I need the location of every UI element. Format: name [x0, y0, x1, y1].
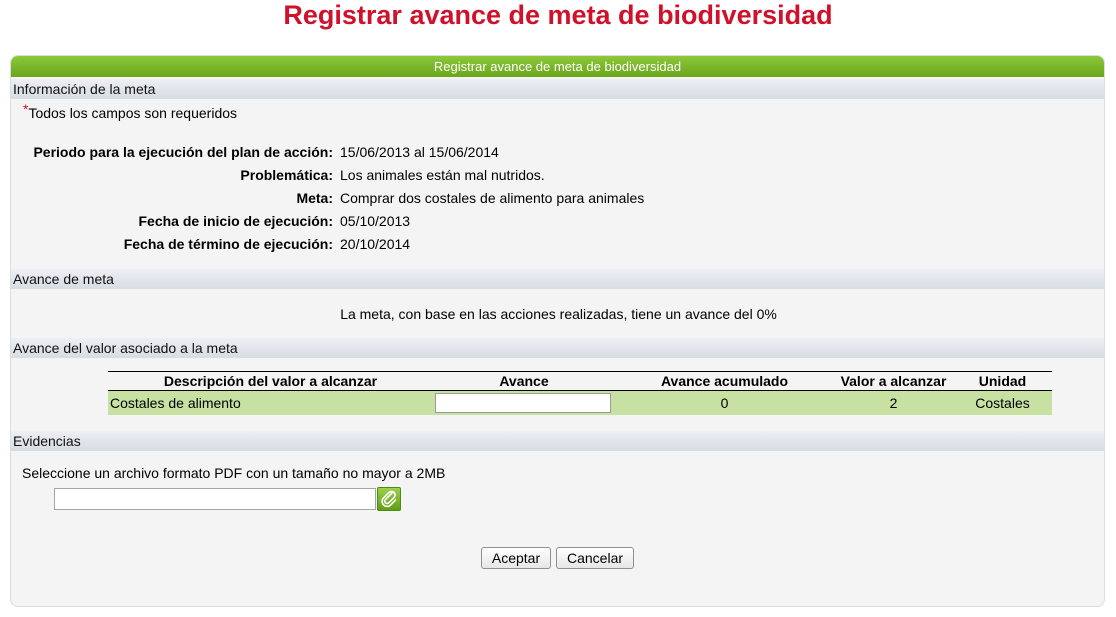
field-value-goal: Comprar dos costales de alimento para an…	[340, 190, 645, 206]
table-header-row: Descripción del valor a alcanzar Avance …	[108, 371, 1052, 391]
advance-input[interactable]	[435, 393, 611, 413]
section-evidence-heading: Evidencias	[11, 431, 1104, 451]
col-header-advance: Avance	[433, 371, 615, 391]
field-label-goal: Meta:	[296, 190, 333, 206]
col-header-accumulated: Avance acumulado	[615, 371, 834, 391]
required-text: Todos los campos son requeridos	[28, 105, 238, 121]
paperclip-icon	[381, 490, 397, 508]
col-header-description: Descripción del valor a alcanzar	[108, 371, 433, 391]
field-label-start-date: Fecha de inicio de ejecución:	[138, 213, 334, 229]
progress-text: La meta, con base en las acciones realiz…	[340, 306, 777, 322]
form-panel: Registrar avance de meta de biodiversida…	[10, 55, 1105, 607]
cancel-button[interactable]: Cancelar	[556, 547, 634, 569]
goal-values-table: Descripción del valor a alcanzar Avance …	[108, 371, 1052, 415]
evidence-file-field[interactable]	[54, 488, 376, 510]
cell-advance	[433, 390, 615, 415]
required-note: *Todos los campos son requeridos	[23, 101, 238, 121]
section-info-heading: Información de la meta	[11, 79, 1104, 99]
section-progress-heading: Avance de meta	[11, 269, 1104, 289]
required-star: *	[23, 101, 29, 117]
table-row: Costales de alimento 0 2 Costales	[108, 390, 1052, 415]
attach-file-button[interactable]	[377, 487, 401, 511]
field-label-period: Periodo para la ejecución del plan de ac…	[33, 144, 333, 160]
cell-unit: Costales	[953, 390, 1052, 415]
panel-header: Registrar avance de meta de biodiversida…	[11, 56, 1104, 77]
cell-accumulated: 0	[615, 390, 834, 415]
field-value-start-date: 05/10/2013	[340, 213, 411, 229]
page-title: Registrar avance de meta de biodiversida…	[283, 0, 833, 30]
cell-description: Costales de alimento	[108, 390, 433, 415]
col-header-unit: Unidad	[953, 371, 1052, 391]
cell-target: 2	[834, 390, 953, 415]
col-header-target: Valor a alcanzar	[834, 371, 953, 391]
section-value-progress-heading: Avance del valor asociado a la meta	[11, 338, 1104, 358]
field-value-problem: Los animales están mal nutridos.	[340, 167, 545, 183]
accept-button[interactable]: Aceptar	[481, 547, 551, 569]
field-value-end-date: 20/10/2014	[340, 236, 411, 252]
evidence-instruction: Seleccione un archivo formato PDF con un…	[22, 465, 446, 481]
field-label-end-date: Fecha de término de ejecución:	[123, 236, 333, 252]
field-label-problem: Problemática:	[240, 167, 333, 183]
field-value-period: 15/06/2013 al 15/06/2014	[340, 144, 499, 160]
